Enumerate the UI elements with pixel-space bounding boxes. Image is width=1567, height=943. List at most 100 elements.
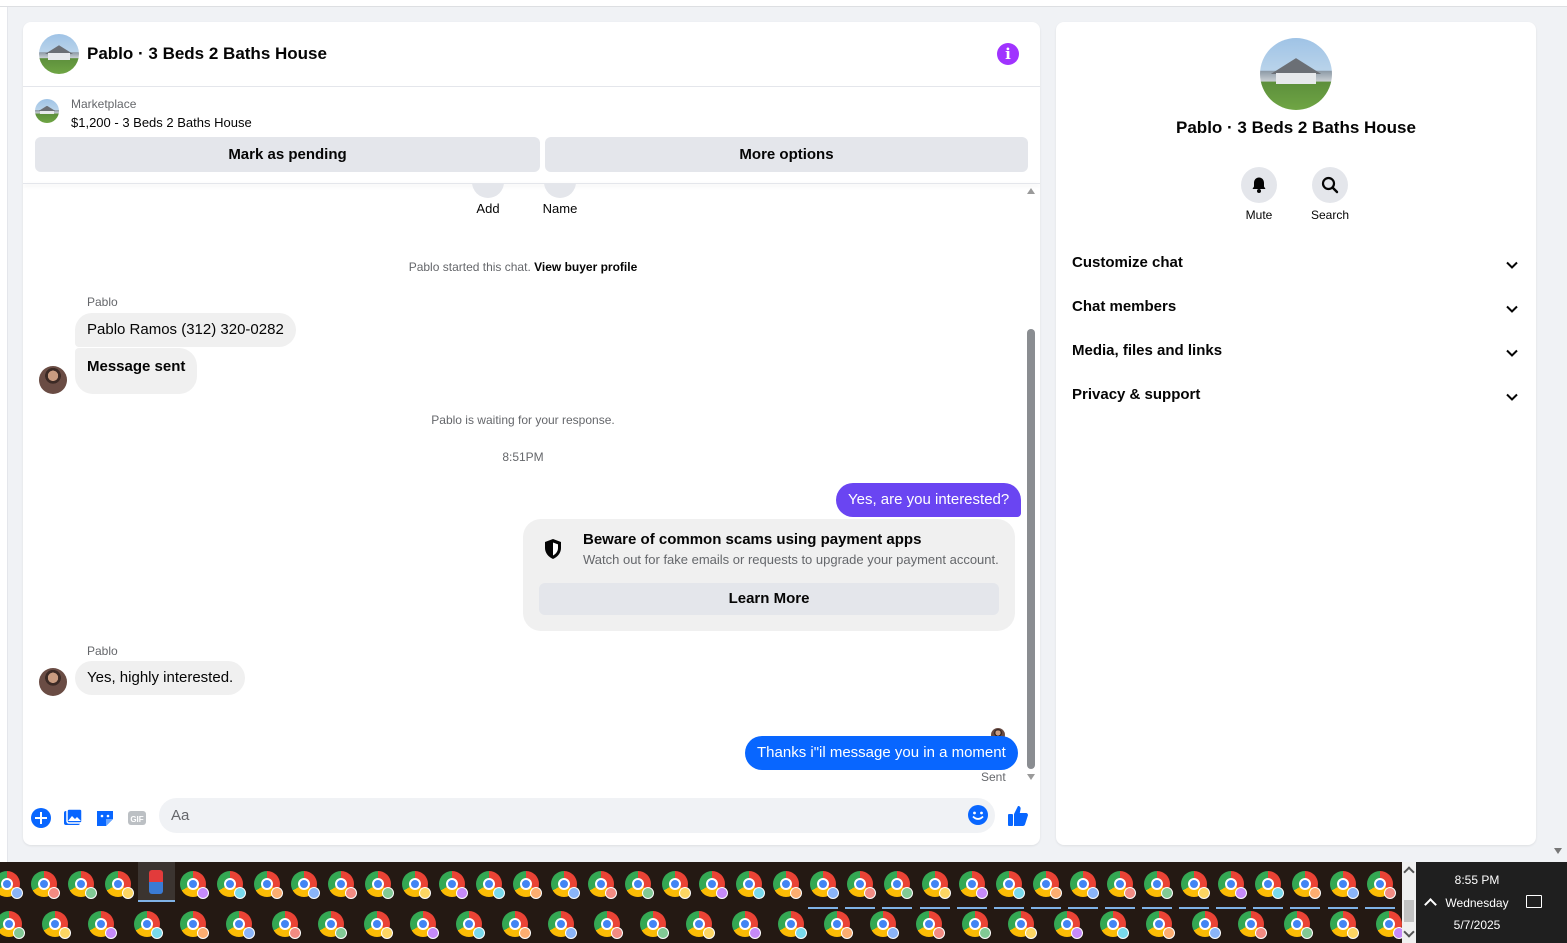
chrome-profile-icon[interactable] — [810, 871, 839, 899]
add-label[interactable]: Add — [458, 201, 518, 216]
listing-avatar[interactable] — [39, 34, 79, 74]
plus-icon[interactable] — [30, 807, 52, 829]
chrome-profile-icon[interactable] — [1107, 871, 1136, 899]
chrome-profile-icon[interactable] — [962, 911, 991, 939]
chrome-profile-icon[interactable] — [1330, 871, 1359, 899]
add-icon[interactable] — [472, 184, 504, 198]
chrome-profile-icon[interactable] — [1218, 871, 1247, 899]
message-scrollbar[interactable] — [1024, 184, 1038, 794]
chrome-profile-icon[interactable] — [318, 911, 347, 939]
chrome-profile-icon[interactable] — [291, 871, 320, 899]
name-icon[interactable] — [544, 184, 576, 198]
listing-avatar-large[interactable] — [1260, 38, 1332, 110]
sender-avatar[interactable] — [39, 366, 67, 394]
chrome-profile-icon[interactable] — [513, 871, 542, 899]
chrome-profile-icon[interactable] — [588, 871, 617, 899]
chrome-profile-icon[interactable] — [640, 911, 669, 939]
chrome-profile-icon[interactable] — [1033, 871, 1062, 899]
gif-icon[interactable]: GIF — [126, 807, 148, 829]
chrome-profile-icon[interactable] — [1192, 911, 1221, 939]
chrome-profile-icon[interactable] — [105, 871, 134, 899]
chrome-profile-icon[interactable] — [272, 911, 301, 939]
marketplace-listing-thumbnail[interactable] — [35, 99, 59, 123]
info-icon[interactable]: i — [997, 43, 1019, 65]
notification-center-icon[interactable] — [1526, 895, 1542, 908]
incoming-message[interactable]: Pablo Ramos (312) 320-0282 — [75, 313, 296, 347]
chrome-profile-icon[interactable] — [476, 871, 505, 899]
chrome-profile-icon[interactable] — [364, 911, 393, 939]
chrome-profile-icon[interactable] — [922, 871, 951, 899]
chrome-profile-icon[interactable] — [847, 871, 876, 899]
taskbar-scrollbar[interactable] — [1402, 862, 1416, 943]
search-button[interactable]: Search — [1300, 167, 1360, 222]
chrome-profile-icon[interactable] — [402, 871, 431, 899]
name-label[interactable]: Name — [530, 201, 590, 216]
tray-clock-time[interactable]: 8:55 PM — [1444, 873, 1510, 887]
media-files-links-section[interactable]: Media, files and links — [1056, 332, 1536, 372]
incoming-message[interactable]: Message sent — [75, 348, 198, 394]
chrome-profile-icon[interactable] — [778, 911, 807, 939]
customize-chat-section[interactable]: Customize chat — [1056, 244, 1536, 284]
chrome-profile-icon[interactable] — [1144, 871, 1173, 899]
chrome-profile-icon[interactable] — [732, 911, 761, 939]
chrome-profile-icon[interactable] — [996, 871, 1025, 899]
learn-more-button[interactable]: Learn More — [539, 583, 999, 615]
chrome-profile-icon[interactable] — [180, 911, 209, 939]
incoming-message[interactable]: Yes, highly interested. — [75, 661, 246, 695]
chat-title[interactable]: Pablo · 3 Beds 2 Baths House — [87, 44, 327, 64]
chrome-profile-icon[interactable] — [180, 871, 209, 899]
message-input[interactable] — [159, 798, 995, 833]
scroll-thumb[interactable] — [1027, 329, 1035, 769]
chrome-profile-icon[interactable] — [226, 911, 255, 939]
chrome-profile-icon[interactable] — [824, 911, 853, 939]
chrome-profile-icon[interactable] — [0, 911, 25, 939]
image-icon[interactable] — [62, 807, 84, 829]
mute-button[interactable]: Mute — [1229, 167, 1289, 222]
chrome-profile-icon[interactable] — [662, 871, 691, 899]
chrome-profile-icon[interactable] — [884, 871, 913, 899]
chrome-profile-icon[interactable] — [551, 871, 580, 899]
chrome-profile-icon[interactable] — [1255, 871, 1284, 899]
chrome-profile-icon[interactable] — [42, 911, 71, 939]
chrome-profile-icon[interactable] — [548, 911, 577, 939]
chrome-profile-icon[interactable] — [1070, 871, 1099, 899]
chrome-profile-icon[interactable] — [365, 871, 394, 899]
mark-as-pending-button[interactable]: Mark as pending — [35, 137, 540, 172]
chrome-profile-icon[interactable] — [1376, 911, 1405, 939]
page-scroll-down-icon[interactable] — [1554, 848, 1562, 854]
chrome-profile-icon[interactable] — [1008, 911, 1037, 939]
chevron-down-icon[interactable] — [1403, 926, 1415, 938]
chrome-profile-icon[interactable] — [1284, 911, 1313, 939]
chrome-profile-icon[interactable] — [625, 871, 654, 899]
emoji-icon[interactable] — [967, 804, 989, 826]
chevron-up-icon[interactable] — [1403, 866, 1415, 878]
chrome-profile-icon[interactable] — [1330, 911, 1359, 939]
chrome-profile-icon[interactable] — [870, 911, 899, 939]
tray-clock-day[interactable]: Wednesday — [1440, 896, 1514, 910]
chrome-profile-icon[interactable] — [134, 911, 163, 939]
chrome-profile-icon[interactable] — [959, 871, 988, 899]
taskbar-scroll-thumb[interactable] — [1404, 900, 1414, 922]
chrome-profile-icon[interactable] — [594, 911, 623, 939]
chrome-profile-icon[interactable] — [1367, 871, 1396, 899]
chrome-profile-icon[interactable] — [686, 911, 715, 939]
more-options-button[interactable]: More options — [545, 137, 1028, 172]
sender-avatar[interactable] — [39, 668, 67, 696]
taskbar-active-app[interactable] — [138, 862, 175, 902]
message-list[interactable]: Add Name Pablo started this chat. View b… — [23, 184, 1040, 794]
chrome-profile-icon[interactable] — [0, 871, 23, 899]
listing-title[interactable]: $1,200 - 3 Beds 2 Baths House — [71, 115, 252, 130]
chrome-profile-icon[interactable] — [328, 871, 357, 899]
chrome-profile-icon[interactable] — [439, 871, 468, 899]
chrome-profile-icon[interactable] — [1181, 871, 1210, 899]
outgoing-message[interactable]: Thanks i"il message you in a moment — [745, 736, 1018, 770]
chrome-profile-icon[interactable] — [502, 911, 531, 939]
tray-clock-date[interactable]: 5/7/2025 — [1444, 918, 1510, 932]
sticker-icon[interactable] — [94, 807, 116, 829]
scroll-up-arrow-icon[interactable] — [1027, 188, 1035, 194]
chrome-profile-icon[interactable] — [410, 911, 439, 939]
privacy-support-section[interactable]: Privacy & support — [1056, 376, 1536, 416]
chrome-profile-icon[interactable] — [1292, 871, 1321, 899]
chrome-profile-icon[interactable] — [1238, 911, 1267, 939]
chrome-profile-icon[interactable] — [916, 911, 945, 939]
